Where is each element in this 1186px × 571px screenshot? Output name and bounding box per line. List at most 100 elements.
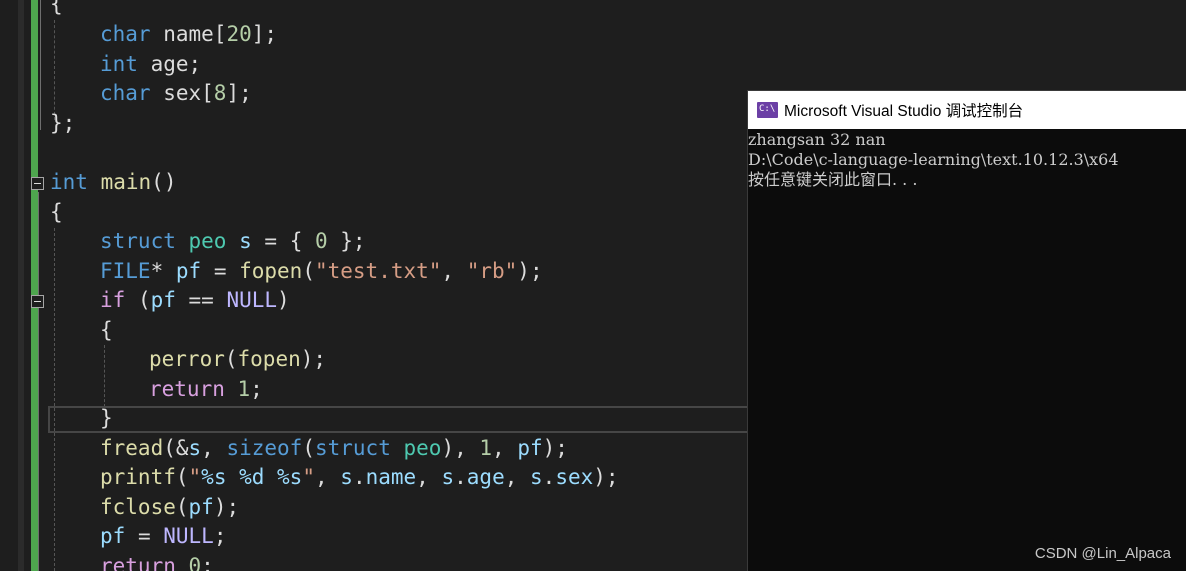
code-token: { xyxy=(50,200,63,224)
code-editor[interactable]: {char name[20]; int age; char sex[8];}; int… xyxy=(0,0,1186,571)
code-line: printf("%s %d %s", s.name, s.age, s.sex)… xyxy=(100,463,619,492)
console-titlebar[interactable]: C:\ Microsoft Visual Studio 调试控制台 xyxy=(748,91,1186,129)
code-token: sex[ xyxy=(150,81,214,105)
code-token: , xyxy=(441,259,467,283)
code-token: * xyxy=(150,259,176,283)
code-line: return 0; xyxy=(100,552,214,571)
code-token: main xyxy=(100,170,152,194)
code-token: { xyxy=(100,318,113,342)
code-token: char xyxy=(100,81,151,105)
code-line: fclose(pf); xyxy=(100,493,239,522)
code-line: pf = NULL; xyxy=(100,522,226,551)
code-token: ; xyxy=(201,554,214,571)
code-token: ), xyxy=(441,436,480,460)
code-token: }; xyxy=(50,111,76,135)
code-token: age; xyxy=(137,52,202,76)
code-line: if (pf == NULL) xyxy=(100,286,290,315)
code-token: ( xyxy=(175,465,189,489)
code-token: struct xyxy=(100,229,176,253)
code-token: name xyxy=(365,465,417,489)
code-line: struct peo s = { 0 }; xyxy=(100,227,366,256)
code-token: , xyxy=(416,465,442,489)
code-token: fopen xyxy=(237,347,301,371)
code-token: 20 xyxy=(226,22,252,46)
code-token: , xyxy=(201,436,227,460)
code-token: . xyxy=(454,465,467,489)
code-token: FILE xyxy=(100,259,151,283)
code-line: char sex[8]; xyxy=(100,79,252,108)
code-token: ); xyxy=(300,347,327,371)
code-token: ( xyxy=(302,259,315,283)
code-line: { xyxy=(50,198,63,227)
code-token: = xyxy=(125,524,164,548)
console-line: 按任意键关闭此窗口. . . xyxy=(748,170,918,189)
code-token: peo xyxy=(188,229,227,253)
code-token: . xyxy=(352,465,366,489)
code-token: s xyxy=(340,465,353,489)
code-token: 1 xyxy=(479,436,493,460)
code-token: ); xyxy=(517,259,543,283)
code-token: ; xyxy=(213,524,227,548)
code-token: s xyxy=(441,465,455,489)
console-line: zhangsan 32 nan xyxy=(748,130,886,149)
code-token: } xyxy=(100,406,113,430)
code-token: sizeof xyxy=(226,436,303,460)
code-token: %s %d %s xyxy=(201,465,303,489)
code-token: NULL xyxy=(163,524,214,548)
code-token: s xyxy=(188,436,202,460)
code-token: = { xyxy=(251,229,315,253)
code-token: pf xyxy=(188,495,214,519)
code-token: peo xyxy=(403,436,442,460)
code-token: pf xyxy=(100,524,126,548)
code-token: { xyxy=(50,0,63,16)
code-token: if xyxy=(100,288,126,312)
code-token: "rb" xyxy=(466,259,518,283)
code-token: 8 xyxy=(213,81,227,105)
code-token: ]; xyxy=(226,81,252,105)
code-token: "test.txt" xyxy=(314,259,442,283)
code-line: return 1; xyxy=(149,375,263,404)
code-token: s xyxy=(530,465,543,489)
code-line: perror(fopen); xyxy=(149,345,326,374)
code-token: ; xyxy=(250,377,263,401)
console-title: Microsoft Visual Studio 调试控制台 xyxy=(784,103,1024,120)
code-line: int age; xyxy=(100,50,201,79)
console-icon-label: C:\ xyxy=(759,104,776,114)
code-token: struct xyxy=(314,436,391,460)
code-token: = xyxy=(201,259,240,283)
code-token: ]; xyxy=(251,22,278,46)
debug-console-window[interactable]: C:\ Microsoft Visual Studio 调试控制台 zhangs… xyxy=(747,90,1186,571)
code-token: ); xyxy=(213,495,240,519)
code-line: int main() xyxy=(50,168,176,197)
code-token: return xyxy=(100,554,176,571)
code-line: FILE* pf = fopen("test.txt", "rb"); xyxy=(100,257,543,286)
code-token: (& xyxy=(163,436,189,460)
code-token: ) xyxy=(277,288,290,312)
console-app-icon: C:\ xyxy=(757,102,778,118)
code-token: pf xyxy=(517,436,543,460)
code-token: return xyxy=(149,377,225,401)
code-token: . xyxy=(542,465,556,489)
code-token: , xyxy=(314,465,341,489)
code-token: fclose xyxy=(100,495,176,519)
code-token: age xyxy=(466,465,505,489)
code-line: char name[20]; xyxy=(100,20,277,49)
code-token: pf xyxy=(150,288,176,312)
code-token: 1 xyxy=(237,377,251,401)
code-line: }; xyxy=(50,109,75,138)
code-token: == xyxy=(175,288,227,312)
code-token: ); xyxy=(542,436,568,460)
code-token: 0 xyxy=(314,229,328,253)
code-token: char xyxy=(100,22,151,46)
code-token: fread xyxy=(100,436,164,460)
code-token: ( xyxy=(175,495,189,519)
code-token: ( xyxy=(125,288,151,312)
code-token: , xyxy=(504,465,531,489)
code-token: ); xyxy=(593,465,619,489)
console-line: D:\Code\c-language-learning\text.10.12.3… xyxy=(748,150,1119,169)
code-token: 0 xyxy=(188,554,202,571)
